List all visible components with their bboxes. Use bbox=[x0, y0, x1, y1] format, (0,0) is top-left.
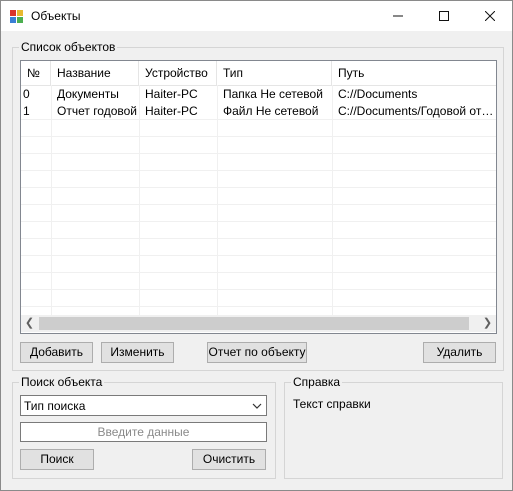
cell-path: C://Documents bbox=[338, 87, 418, 101]
search-group-label: Поиск объекта bbox=[19, 375, 105, 389]
clear-button[interactable]: Очистить bbox=[192, 449, 266, 470]
scroll-thumb[interactable] bbox=[39, 317, 469, 330]
window-title: Объекты bbox=[31, 9, 81, 23]
search-data-input-box bbox=[20, 422, 267, 442]
cell-type: Файл Не сетевой bbox=[223, 104, 319, 118]
list-header: № Название Устройство Тип Путь bbox=[21, 61, 496, 86]
object-report-button[interactable]: Отчет по объекту bbox=[207, 342, 307, 363]
app-icon bbox=[10, 10, 23, 23]
cell-name: Документы bbox=[57, 87, 119, 101]
column-header-path[interactable]: Путь bbox=[332, 61, 496, 85]
scroll-left-icon[interactable]: ❮ bbox=[21, 315, 38, 332]
search-data-input[interactable] bbox=[21, 423, 266, 441]
close-icon bbox=[485, 11, 495, 21]
objects-window: Объекты Список объектов № Название Устро… bbox=[0, 0, 513, 491]
list-row[interactable]: 1 Отчет годовой Haiter-PC Файл Не сетево… bbox=[21, 103, 496, 119]
delete-button[interactable]: Удалить bbox=[423, 342, 496, 363]
cell-device: Haiter-PC bbox=[145, 104, 198, 118]
maximize-button[interactable] bbox=[421, 1, 467, 31]
objects-group-label: Список объектов bbox=[19, 40, 118, 54]
list-row[interactable]: 0 Документы Haiter-PC Папка Не сетевой C… bbox=[21, 86, 496, 102]
column-header-device[interactable]: Устройство bbox=[139, 61, 217, 85]
help-group-label: Справка bbox=[291, 375, 343, 389]
add-button[interactable]: Добавить bbox=[20, 342, 93, 363]
column-header-number[interactable]: № bbox=[21, 61, 51, 85]
title-bar: Объекты bbox=[1, 1, 512, 31]
cell-path: C://Documents/Годовой отчет... bbox=[338, 104, 496, 118]
column-header-name[interactable]: Название bbox=[51, 61, 139, 85]
minimize-icon bbox=[393, 15, 403, 17]
objects-list[interactable]: № Название Устройство Тип Путь 0 Докумен… bbox=[20, 60, 497, 334]
cell-device: Haiter-PC bbox=[145, 87, 198, 101]
cell-number: 1 bbox=[23, 104, 30, 118]
horizontal-scrollbar[interactable]: ❮ ❯ bbox=[21, 315, 496, 332]
edit-button[interactable]: Изменить bbox=[101, 342, 174, 363]
search-type-select[interactable]: Тип поиска bbox=[20, 395, 267, 416]
cell-type: Папка Не сетевой bbox=[223, 87, 323, 101]
maximize-icon bbox=[439, 11, 449, 21]
minimize-button[interactable] bbox=[375, 1, 421, 31]
help-text: Текст справки bbox=[293, 397, 371, 411]
column-header-type[interactable]: Тип bbox=[217, 61, 332, 85]
search-button[interactable]: Поиск bbox=[20, 449, 94, 470]
cell-number: 0 bbox=[23, 87, 30, 101]
cell-name: Отчет годовой bbox=[57, 104, 138, 118]
chevron-down-icon bbox=[252, 403, 262, 409]
close-button[interactable] bbox=[467, 1, 513, 31]
search-type-value: Тип поиска bbox=[24, 399, 86, 413]
scroll-right-icon[interactable]: ❯ bbox=[479, 315, 496, 332]
